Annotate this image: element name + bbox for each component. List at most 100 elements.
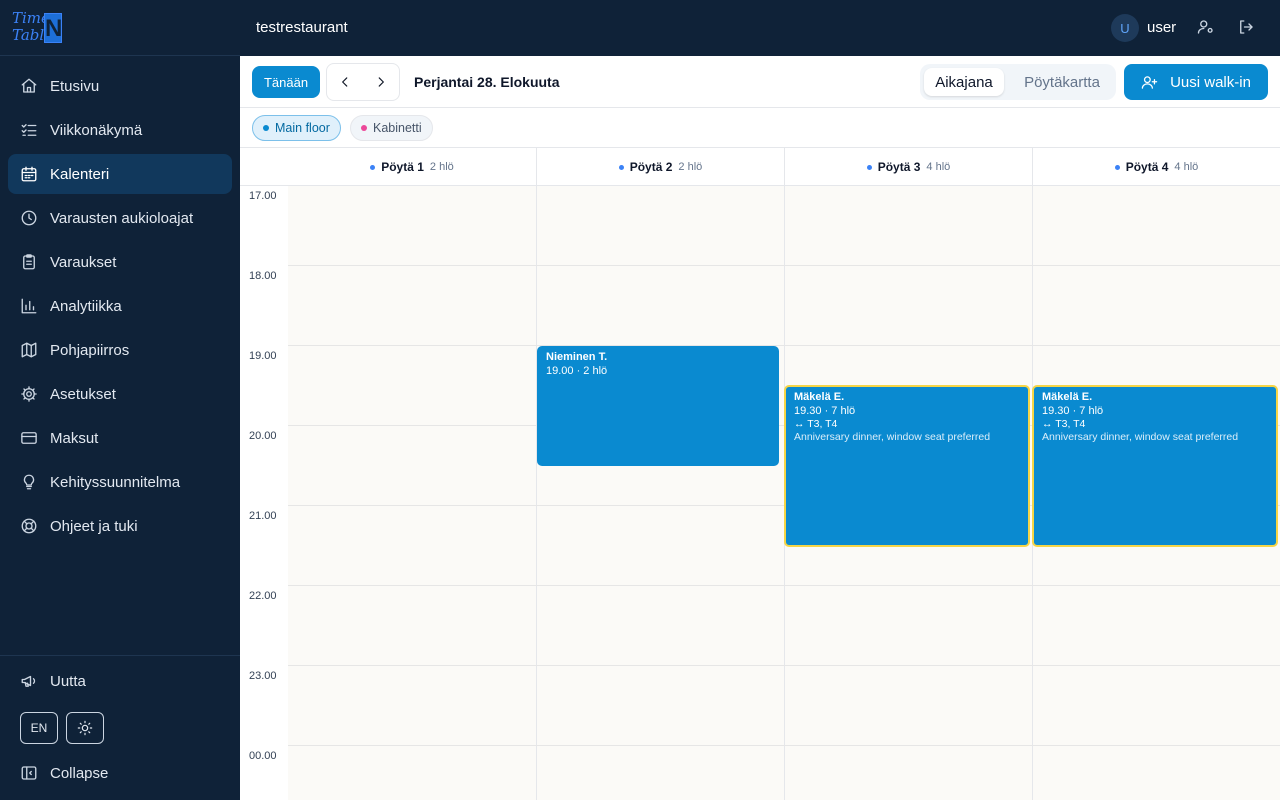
table-name: Pöytä 2: [629, 160, 673, 174]
news-label: Uutta: [50, 672, 86, 690]
clock-icon: [20, 209, 38, 227]
reservation-time: 19.30 · 7 hlö: [1042, 405, 1104, 417]
hour-label: 19.00: [249, 350, 277, 362]
reservation-joined-tables: ↔ T3, T4: [1042, 418, 1086, 430]
table-column[interactable]: [288, 186, 536, 800]
sidebar-collapse-icon: [21, 766, 37, 780]
map-icon: [20, 341, 38, 359]
list-check-icon: [20, 121, 38, 139]
table-capacity: 2 hlö: [429, 161, 454, 173]
language-button[interactable]: EN: [20, 712, 58, 744]
sidebar: Time Table N Etusivu Viikkonäkymä Kalent…: [0, 0, 240, 800]
table-header[interactable]: Pöytä 4 4 hlö: [1032, 148, 1280, 186]
collapse-button[interactable]: Collapse: [20, 764, 108, 782]
sidebar-item-label: Etusivu: [50, 77, 100, 95]
sidebar-divider: [0, 655, 240, 656]
table-header[interactable]: Pöytä 2 2 hlö: [536, 148, 784, 186]
reservation-note: Anniversary dinner, window seat preferre…: [794, 431, 991, 443]
sidebar-item-label: Asetukset: [50, 385, 116, 403]
sidebar-item-maksut[interactable]: Maksut: [8, 418, 232, 458]
sidebar-item-analytiikka[interactable]: Analytiikka: [8, 286, 232, 326]
sidebar-item-aukioloajat[interactable]: Varausten aukioloajat: [8, 198, 232, 238]
previous-day-button[interactable]: [327, 64, 363, 100]
hour-line: [240, 585, 1280, 586]
today-button[interactable]: Tänään: [252, 66, 320, 98]
lightbulb-icon: [20, 473, 38, 491]
reservation-block[interactable]: Mäkelä E. 19.30 · 7 hlö ↔ T3, T4 Anniver…: [784, 385, 1030, 547]
sidebar-item-kehityssuunnitelma[interactable]: Kehityssuunnitelma: [8, 462, 232, 502]
news-link[interactable]: Uutta: [20, 672, 86, 690]
user-settings-icon[interactable]: [1197, 18, 1217, 38]
filter-chip-kabinetti[interactable]: Kabinetti: [350, 115, 433, 141]
sidebar-item-label: Kalenteri: [50, 165, 110, 183]
chevron-right-icon: [378, 77, 384, 87]
calendar-toolbar: Tänään Perjantai 28. Elokuuta Aikajana P…: [240, 56, 1280, 108]
area-filters: Main floor Kabinetti: [240, 108, 1280, 148]
table-status-dot: [1114, 164, 1120, 170]
theme-toggle-button[interactable]: [66, 712, 104, 744]
sidebar-item-asetukset[interactable]: Asetukset: [8, 374, 232, 414]
reservation-time: 19.00 · 2 hlö: [546, 365, 608, 377]
reservation-guest-name: Nieminen T.: [546, 351, 608, 363]
avatar[interactable]: U: [1111, 14, 1139, 42]
collapse-label: Collapse: [50, 764, 109, 782]
hour-label: 17.00: [249, 190, 277, 202]
timetable-logo[interactable]: Time Table N: [12, 11, 62, 45]
logout-icon[interactable]: [1237, 18, 1257, 38]
view-timeline-button[interactable]: Aikajana: [924, 68, 1004, 96]
reservation-joined-tables: ↔ T3, T4: [794, 418, 838, 430]
table-status-dot: [618, 164, 624, 170]
hour-line: [240, 265, 1280, 266]
sidebar-item-kalenteri[interactable]: Kalenteri: [8, 154, 232, 194]
table-status-dot: [370, 164, 376, 170]
reservation-block[interactable]: Nieminen T. 19.00 · 2 hlö: [537, 346, 779, 466]
table-column[interactable]: [536, 186, 784, 800]
hour-line: [240, 745, 1280, 746]
view-toggle: Aikajana Pöytäkartta: [920, 64, 1116, 100]
bar-chart-icon: [20, 297, 38, 315]
table-status-dot: [866, 164, 872, 170]
table-column-headers: Pöytä 1 2 hlö Pöytä 2 2 hlö Pöytä 3 4 hl…: [240, 148, 1280, 186]
sidebar-item-label: Viikkonäkymä: [50, 121, 143, 139]
sidebar-item-label: Kehityssuunnitelma: [50, 473, 181, 491]
filter-chip-main-floor[interactable]: Main floor: [252, 115, 341, 141]
sidebar-item-viikkonakyma[interactable]: Viikkonäkymä: [8, 110, 232, 150]
sidebar-item-label: Analytiikka: [50, 297, 122, 315]
username[interactable]: user: [1147, 19, 1176, 36]
reservation-block[interactable]: Mäkelä E. 19.30 · 7 hlö ↔ T3, T4 Anniver…: [1032, 385, 1278, 547]
sidebar-item-label: Ohjeet ja tuki: [50, 517, 138, 535]
user-plus-icon: [1141, 75, 1158, 89]
restaurant-name: testrestaurant: [256, 19, 348, 36]
reservation-note: Anniversary dinner, window seat preferre…: [1042, 431, 1239, 443]
hour-label: 22.00: [249, 590, 277, 602]
table-header[interactable]: Pöytä 1 2 hlö: [288, 148, 536, 186]
clipboard-icon: [20, 253, 38, 271]
table-capacity: 4 hlö: [1174, 161, 1199, 173]
current-date: Perjantai 28. Elokuuta: [414, 74, 560, 90]
sidebar-item-varaukset[interactable]: Varaukset: [8, 242, 232, 282]
hour-label: 23.00: [249, 670, 277, 682]
next-day-button[interactable]: [363, 64, 399, 100]
sidebar-item-label: Maksut: [50, 429, 99, 447]
lifebuoy-icon: [20, 517, 38, 535]
chevron-left-icon: [342, 77, 348, 87]
calendar-icon: [20, 165, 38, 183]
sidebar-item-pohjapiirros[interactable]: Pohjapiirros: [8, 330, 232, 370]
new-walkin-label: Uusi walk-in: [1170, 73, 1251, 91]
home-icon: [20, 77, 38, 95]
table-header[interactable]: Pöytä 3 4 hlö: [784, 148, 1032, 186]
sidebar-item-ohjeet[interactable]: Ohjeet ja tuki: [8, 506, 232, 546]
table-name: Pöytä 3: [877, 160, 921, 174]
view-tablemap-button[interactable]: Pöytäkartta: [1012, 68, 1112, 96]
date-navigation: [326, 63, 400, 101]
sidebar-nav: Etusivu Viikkonäkymä Kalenteri Varausten…: [8, 66, 232, 550]
hour-line: [240, 665, 1280, 666]
timeline-grid: 17.00 18.00 19.00 20.00 21.00 22.00 23.0…: [240, 186, 1280, 800]
chip-dot: [263, 125, 269, 131]
sidebar-item-label: Varausten aukioloajat: [50, 209, 194, 227]
sidebar-item-etusivu[interactable]: Etusivu: [8, 66, 232, 106]
table-capacity: 2 hlö: [678, 161, 703, 173]
chip-label: Kabinetti: [373, 121, 422, 135]
chip-label: Main floor: [275, 121, 330, 135]
new-walkin-button[interactable]: Uusi walk-in: [1124, 64, 1268, 100]
